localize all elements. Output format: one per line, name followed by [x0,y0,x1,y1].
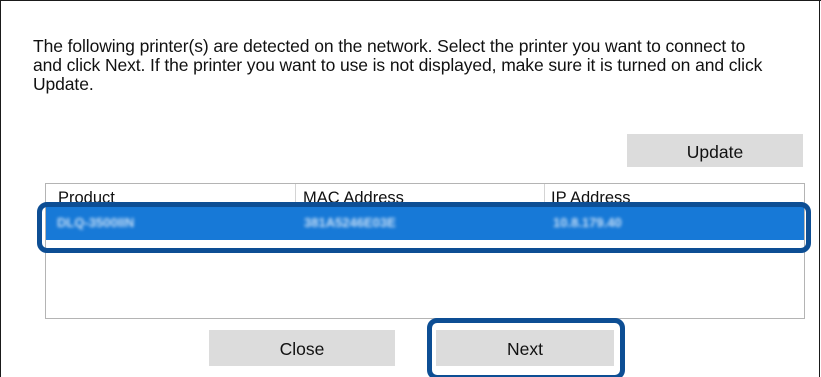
window-border-top [0,0,821,1]
printer-detection-dialog: The following printer(s) are detected on… [0,0,821,377]
window-border-left [0,0,1,377]
close-button[interactable]: Close [209,330,395,366]
window-border-right [819,0,820,377]
instruction-text: The following printer(s) are detected on… [33,37,813,94]
instruction-line-1: The following printer(s) are detected on… [33,36,746,56]
update-button[interactable]: Update [627,134,803,167]
next-button-callout-outline [427,318,625,377]
instruction-line-3: Update. [33,74,94,94]
selected-row-callout-outline [37,202,811,253]
instruction-line-2: and click Next. If the printer you want … [33,55,763,75]
